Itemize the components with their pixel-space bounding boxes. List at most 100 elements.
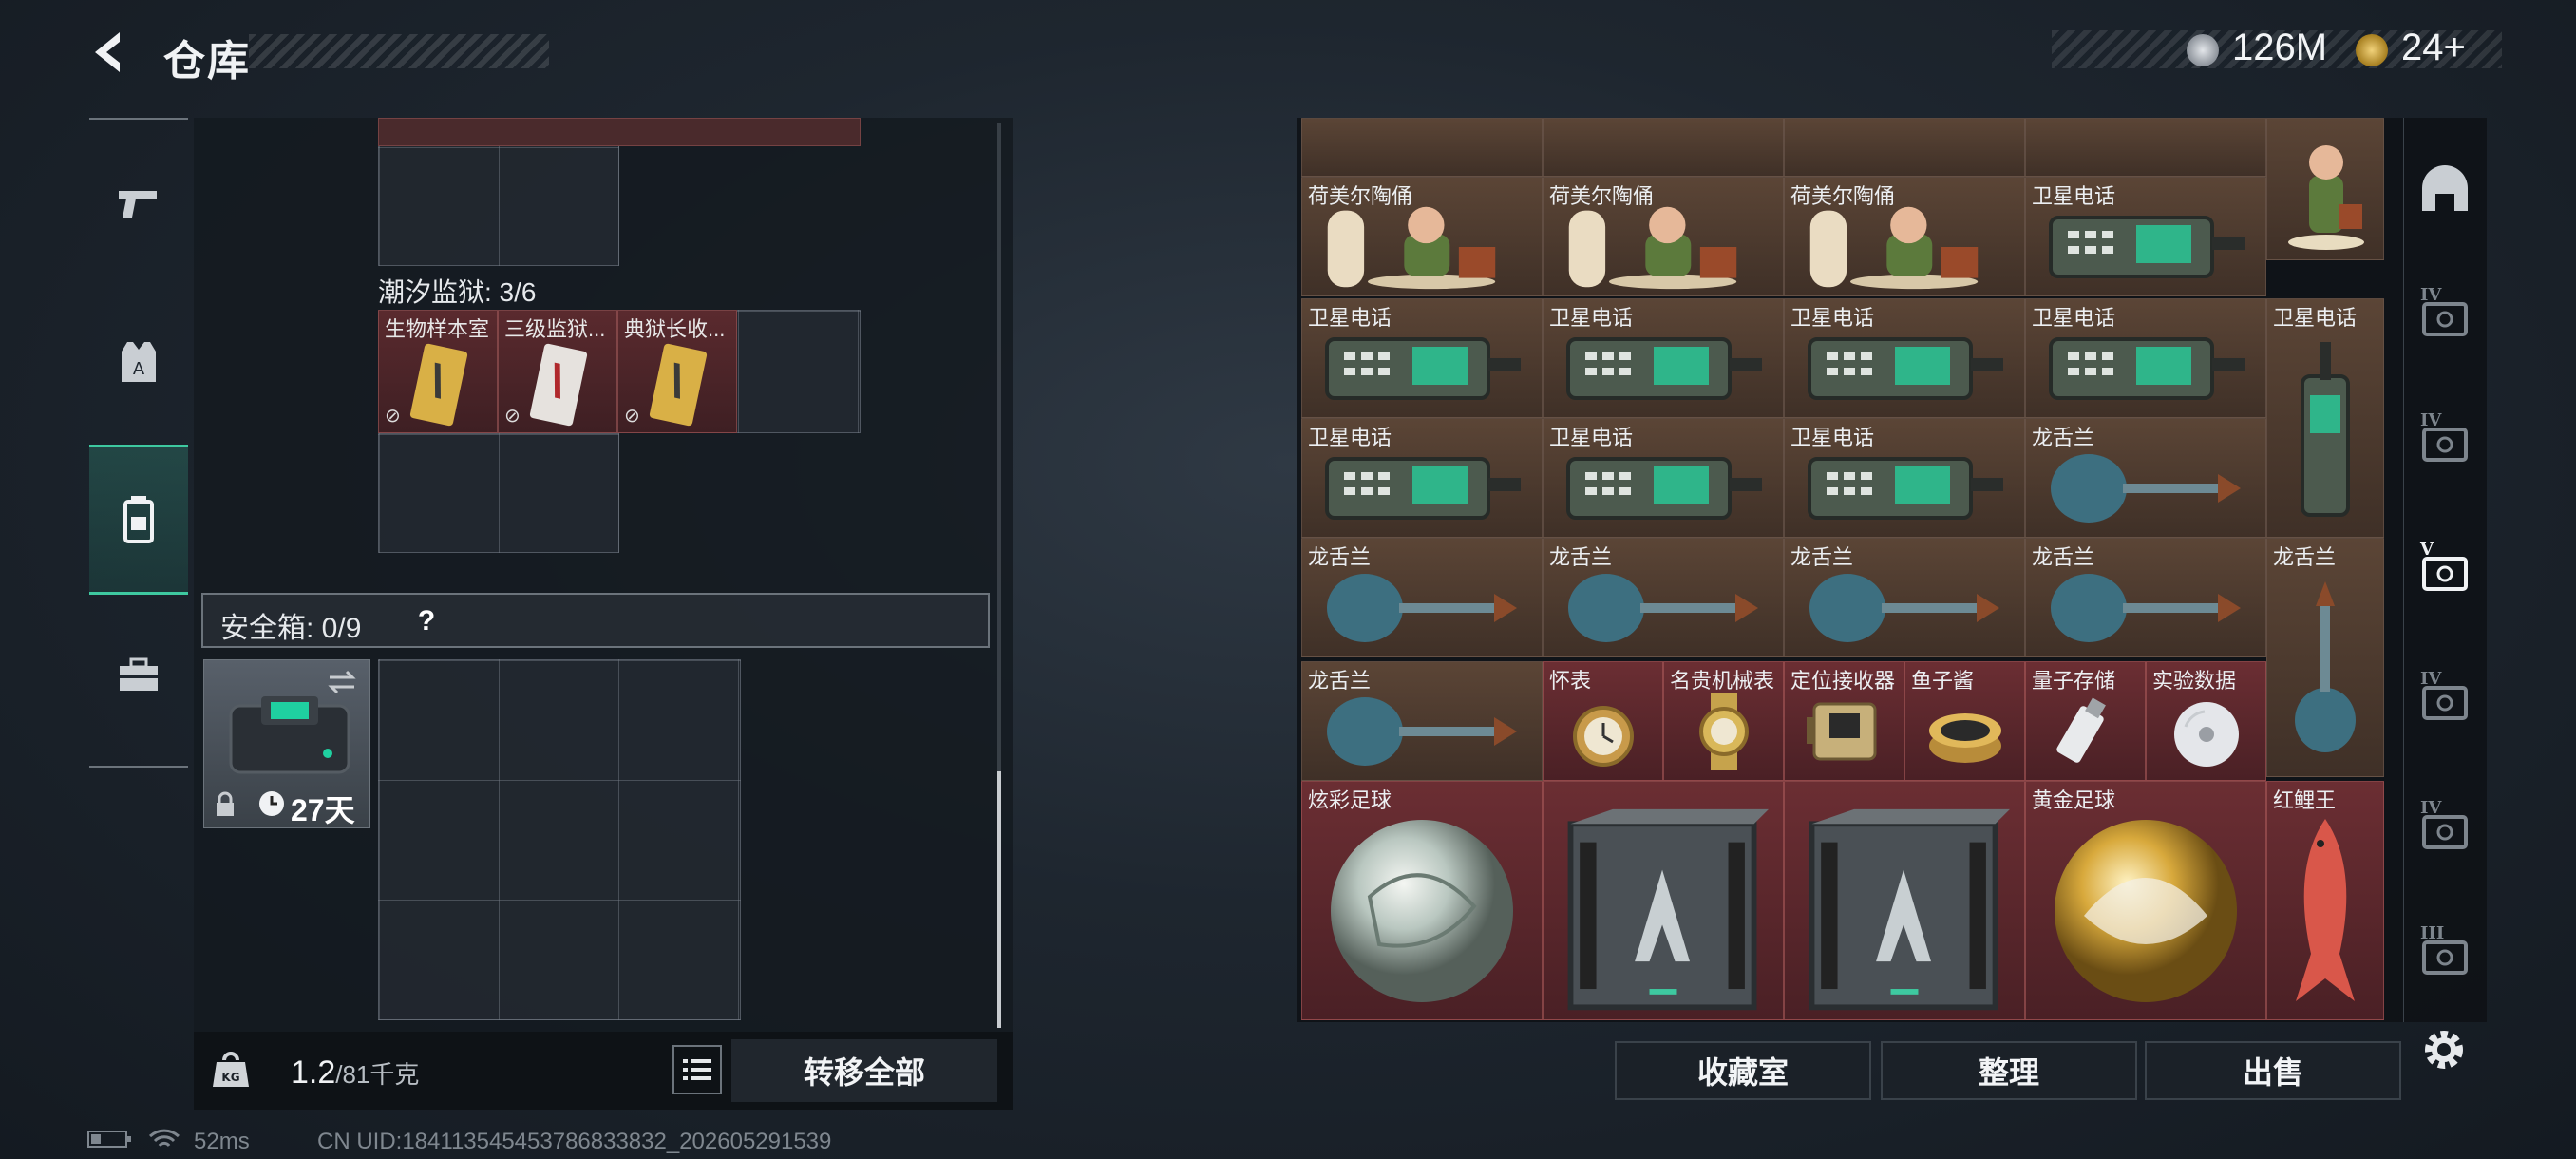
- item-label: 卫星电话: [1308, 426, 1392, 449]
- phone-art: [2026, 199, 2265, 295]
- inventory-item[interactable]: 卫星电话: [1543, 418, 1784, 538]
- partial-item[interactable]: [1784, 118, 2025, 177]
- item-label: 龙舌兰: [1790, 545, 1854, 569]
- inventory-item[interactable]: 龙舌兰: [1784, 538, 2025, 657]
- item-label: 定位接收器: [1790, 669, 1896, 693]
- item-label: 龙舌兰: [2032, 545, 2095, 569]
- phone-art: [1302, 320, 1542, 417]
- swap-icon[interactable]: [326, 668, 358, 696]
- safe-iv-tab-3[interactable]: IV: [2416, 669, 2473, 726]
- item-label: 龙舌兰: [2273, 545, 2337, 569]
- safe-v-tab[interactable]: V: [2416, 540, 2473, 597]
- inventory-item[interactable]: [1543, 781, 1784, 1020]
- inventory-item[interactable]: 荷美尔陶俑: [1543, 177, 1784, 296]
- safe-box-grid[interactable]: [378, 659, 741, 1020]
- inventory-item[interactable]: 卫星电话: [2266, 298, 2384, 538]
- weapon-tab[interactable]: [89, 152, 188, 256]
- safe-iv-tab-1[interactable]: IV: [2416, 285, 2473, 342]
- sell-button[interactable]: 出售: [2145, 1041, 2401, 1100]
- helmet-icon[interactable]: [2416, 163, 2473, 220]
- collection-room-button[interactable]: 收藏室: [1615, 1041, 1871, 1100]
- inventory-item[interactable]: 量子存储: [2025, 661, 2146, 781]
- silver-coin-icon: [2187, 34, 2219, 66]
- back-arrow-icon[interactable]: [87, 28, 135, 76]
- inventory-item[interactable]: 卫星电话: [1784, 418, 2025, 538]
- safe-iii-tab[interactable]: III: [2416, 923, 2473, 980]
- inventory-item[interactable]: 鱼子酱: [1904, 661, 2025, 781]
- safe-iv-tab-4[interactable]: IV: [2416, 798, 2473, 855]
- transfer-all-button[interactable]: 转移全部: [731, 1039, 997, 1102]
- tide-prison-label: 潮汐监狱: 3/6: [378, 277, 537, 307]
- inventory-item[interactable]: 炫彩足球: [1301, 781, 1543, 1020]
- partial-item-row[interactable]: [378, 118, 861, 146]
- item-label: 龙舌兰: [2032, 426, 2095, 449]
- item-label: 龙舌兰: [1549, 545, 1613, 569]
- inventory-item[interactable]: 龙舌兰: [1301, 538, 1543, 657]
- item-label: 卫星电话: [2032, 184, 2116, 208]
- key-item[interactable]: 典狱长收... ⊘: [617, 310, 737, 433]
- no-trade-icon: ⊘: [624, 406, 640, 427]
- crate-art: [1785, 803, 2024, 1019]
- safe-iv-tab-2[interactable]: IV: [2416, 410, 2473, 467]
- bottle-art: [1302, 560, 1542, 656]
- disc-art: [2147, 683, 2265, 780]
- container-grid-mid[interactable]: [378, 433, 619, 553]
- inventory-item[interactable]: 卫星电话: [1543, 298, 1784, 418]
- inventory-item[interactable]: 定位接收器: [1784, 661, 1904, 781]
- tier-label: IV: [2420, 285, 2442, 305]
- inventory-item[interactable]: 卫星电话: [2025, 298, 2266, 418]
- bottle-art: [2026, 440, 2265, 537]
- armor-tab[interactable]: A: [89, 310, 188, 414]
- silver-currency-value[interactable]: 126M: [2232, 27, 2327, 69]
- partial-item[interactable]: [2025, 118, 2266, 177]
- item-label: 龙舌兰: [1308, 545, 1372, 569]
- inventory-item[interactable]: 名贵机械表: [1663, 661, 1784, 781]
- inventory-item[interactable]: 龙舌兰: [2025, 538, 2266, 657]
- item-label: 实验数据: [2152, 669, 2237, 693]
- inventory-item[interactable]: [1784, 781, 2025, 1020]
- inventory-item[interactable]: 卫星电话: [1301, 418, 1543, 538]
- tier-label: IV: [2420, 410, 2442, 430]
- bottle-art: [1544, 560, 1783, 656]
- settings-gear-icon[interactable]: [2418, 1024, 2470, 1075]
- receiver-art: [1785, 683, 1904, 780]
- inventory-item[interactable]: 怀表: [1543, 661, 1663, 781]
- inventory-item[interactable]: 实验数据: [2146, 661, 2266, 781]
- inventory-item[interactable]: 龙舌兰: [1543, 538, 1784, 657]
- caviar-art: [1905, 683, 2024, 780]
- inventory-item[interactable]: 红鲤王: [2266, 781, 2384, 1020]
- scrollbar-thumb[interactable]: [997, 771, 1001, 1028]
- item-label: 量子存储: [2032, 669, 2116, 693]
- key-item[interactable]: 三级监狱... ⊘: [498, 310, 617, 433]
- phone-art: [1302, 440, 1542, 537]
- case-tab[interactable]: [89, 623, 188, 728]
- inventory-item[interactable]: 龙舌兰: [2025, 418, 2266, 538]
- inventory-item[interactable]: 荷美尔陶俑: [1784, 177, 2025, 296]
- inventory-item[interactable]: 荷美尔陶俑: [1301, 177, 1543, 296]
- ping-readout: 52ms: [194, 1129, 250, 1154]
- inventory-item[interactable]: 龙舌兰: [1301, 661, 1543, 781]
- inventory-item[interactable]: 卫星电话: [1784, 298, 2025, 418]
- partial-item[interactable]: [1543, 118, 1784, 177]
- safe-case-icon: [229, 696, 350, 774]
- vest-icon: A: [122, 342, 156, 382]
- phone-art: [1785, 440, 2024, 537]
- inventory-item[interactable]: 卫星电话: [1301, 298, 1543, 418]
- key-item[interactable]: 生物样本室 ⊘: [378, 310, 498, 433]
- sort-button[interactable]: 整理: [1881, 1041, 2137, 1100]
- item-label: 红鲤王: [2273, 788, 2337, 812]
- gold-currency-value[interactable]: 24+: [2401, 27, 2466, 69]
- partial-item[interactable]: [1301, 118, 1543, 177]
- backpack-tab[interactable]: [89, 445, 188, 595]
- wifi-icon: [148, 1129, 180, 1148]
- tier-label: IV: [2420, 669, 2442, 689]
- fish-art: [2267, 803, 2383, 1019]
- keycard-icon: [649, 343, 708, 427]
- list-view-button[interactable]: [672, 1045, 722, 1094]
- partial-figurine-item[interactable]: [2266, 118, 2384, 260]
- inventory-item[interactable]: 黄金足球: [2025, 781, 2266, 1020]
- item-label: 黄金足球: [2032, 788, 2116, 812]
- inventory-item[interactable]: 卫星电话: [2025, 177, 2266, 296]
- help-button[interactable]: ?: [407, 602, 446, 640]
- inventory-item[interactable]: 龙舌兰: [2266, 538, 2384, 777]
